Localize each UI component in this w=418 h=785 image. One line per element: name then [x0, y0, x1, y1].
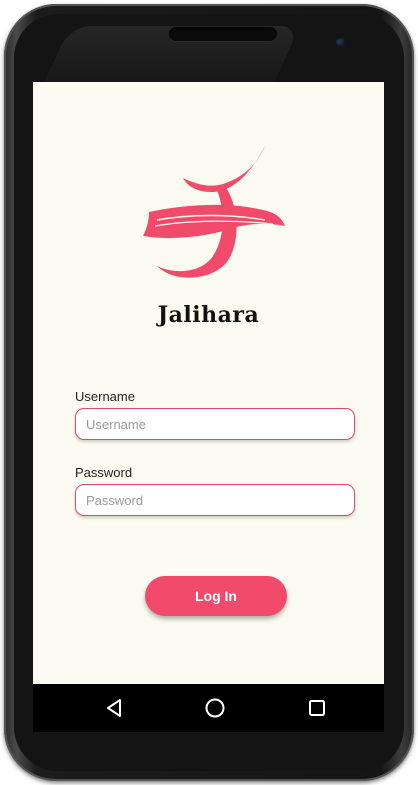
back-triangle-icon[interactable]	[103, 696, 127, 720]
app-screen: Jalihara Username Password Log In	[33, 82, 384, 684]
jalihara-logo-icon	[143, 146, 285, 278]
recents-square-icon[interactable]	[305, 696, 329, 720]
password-label: Password	[75, 465, 133, 480]
earpiece-speaker	[169, 27, 277, 41]
login-button[interactable]: Log In	[145, 576, 287, 616]
password-input[interactable]	[75, 484, 355, 516]
username-label: Username	[75, 389, 135, 404]
username-input[interactable]	[75, 408, 355, 440]
android-nav-bar	[33, 684, 384, 732]
brand-name: Jalihara	[157, 302, 260, 328]
home-circle-icon[interactable]	[203, 696, 227, 720]
front-camera	[336, 38, 345, 47]
